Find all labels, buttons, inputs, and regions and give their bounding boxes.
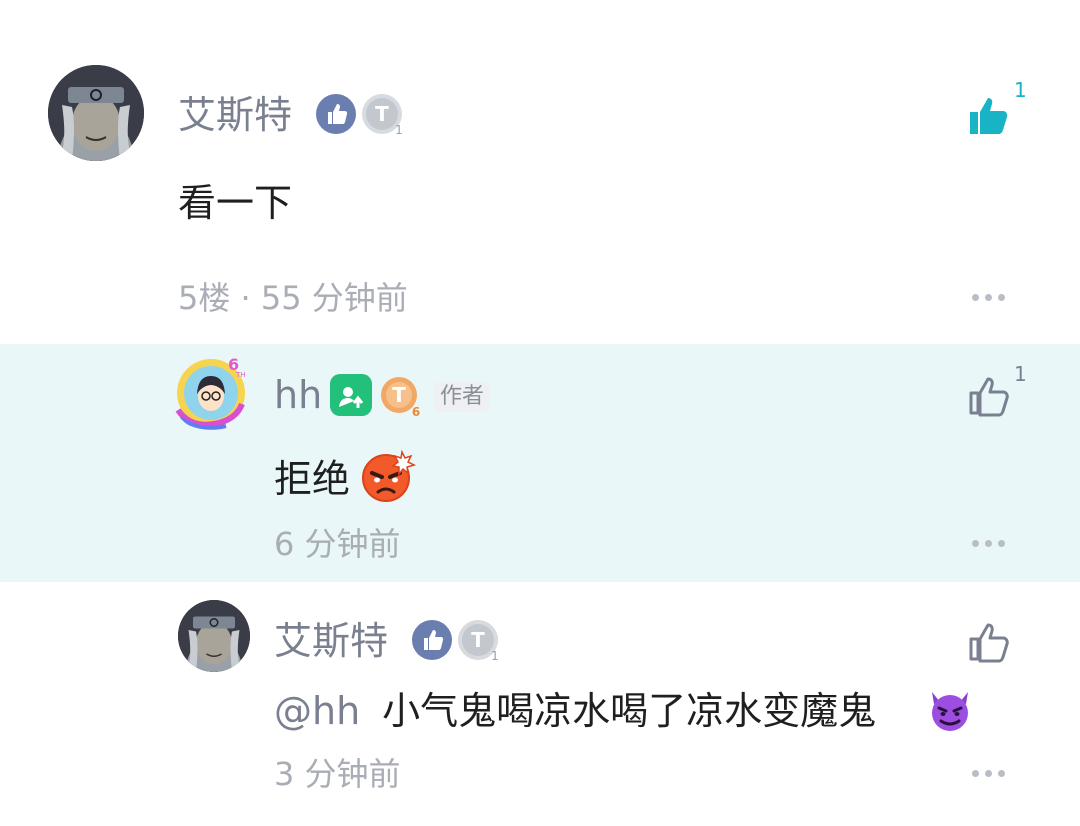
- thumbs-up-icon: [969, 623, 1009, 663]
- like-button[interactable]: [966, 92, 1012, 138]
- reply-text: 小气鬼喝凉水喝了凉水变魔鬼: [382, 689, 877, 733]
- comment-text: 拒绝: [274, 460, 350, 498]
- reply-text: 拒绝: [274, 457, 351, 501]
- smiling-devil-emoji: [926, 686, 974, 734]
- comment-meta: 5楼 · 55 分钟前: [178, 282, 408, 314]
- reply-item: 6 TH hh T6 作者 1 拒绝 6 分钟前: [0, 344, 1080, 582]
- floor-number: 5楼: [178, 279, 231, 317]
- mention-link[interactable]: @hh: [274, 689, 360, 733]
- upgrade-badge-icon: [330, 374, 372, 416]
- like-button[interactable]: [966, 372, 1012, 418]
- thumbs-up-icon: [970, 98, 1008, 134]
- meta-separator: ·: [230, 279, 261, 317]
- reply-item: 艾斯特 T1 @hh 小气鬼喝凉水喝了凉水变魔鬼 3 分钟前: [0, 582, 1080, 826]
- svg-text:6: 6: [412, 405, 420, 419]
- level-badge-icon: T1: [458, 620, 499, 663]
- more-button[interactable]: [972, 294, 1006, 302]
- username[interactable]: 艾斯特: [178, 96, 292, 134]
- svg-text:TH: TH: [235, 371, 246, 379]
- comment-text: @hh 小气鬼喝凉水喝了凉水变魔鬼: [274, 692, 876, 730]
- avatar[interactable]: [48, 65, 144, 161]
- comment-item: 艾斯特 T1 1 看一下 5楼 · 55 分钟前: [0, 0, 1080, 344]
- svg-text:T: T: [471, 628, 485, 652]
- more-button[interactable]: [972, 540, 1006, 548]
- svg-text:T: T: [375, 102, 389, 126]
- like-count: 1: [1014, 362, 1027, 386]
- more-button[interactable]: [972, 770, 1006, 778]
- thumbs-up-icon: [969, 377, 1009, 417]
- svg-text:1: 1: [491, 649, 499, 663]
- author-tag: 作者: [434, 382, 491, 412]
- svg-text:T: T: [392, 383, 406, 407]
- avatar[interactable]: [178, 600, 250, 672]
- like-count: 1: [1014, 78, 1027, 102]
- level-badge-icon: T1: [362, 94, 403, 137]
- timestamp: 3 分钟前: [274, 755, 401, 793]
- username[interactable]: 艾斯特: [274, 622, 388, 660]
- avatar[interactable]: 6 TH: [170, 350, 252, 432]
- timestamp: 55 分钟前: [260, 279, 408, 317]
- like-badge-icon: [316, 94, 356, 134]
- level-badge-icon: T6: [378, 374, 420, 419]
- like-badge-icon: [412, 620, 452, 660]
- comment-text: 看一下: [178, 181, 293, 225]
- svg-text:1: 1: [395, 123, 403, 137]
- angry-face-emoji: [360, 448, 417, 504]
- username[interactable]: hh: [274, 376, 322, 414]
- timestamp: 6 分钟前: [274, 525, 401, 563]
- like-button[interactable]: [966, 618, 1012, 664]
